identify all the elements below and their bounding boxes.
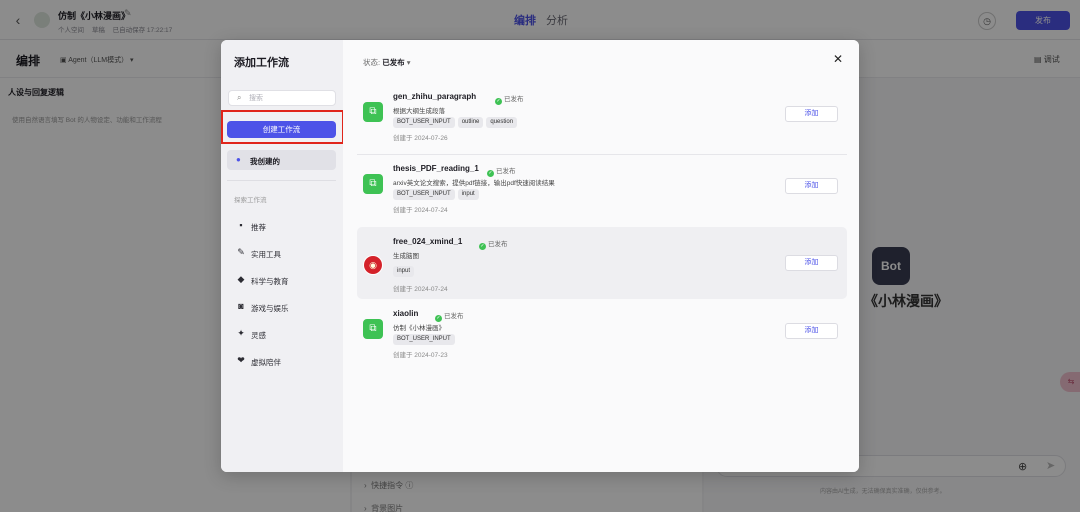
tag: BOT_USER_INPUT [393, 334, 455, 345]
sidebar-item-label: 实用工具 [251, 250, 281, 259]
avatar-icon: ◉ [363, 255, 383, 275]
close-icon[interactable]: ✕ [833, 52, 843, 66]
add-button[interactable]: 添加 [785, 178, 838, 194]
grid-icon: ▪ [239, 220, 243, 230]
sidebar-divider [227, 180, 336, 181]
search-icon: ⌕ [237, 93, 242, 102]
workflow-desc: 仿制《小林漫画》 [393, 325, 445, 332]
workflow-name: thesis_PDF_reading_1 [393, 164, 479, 173]
add-workflow-modal: 添加工作流 ⌕ 创建工作流 ● 我创建的 探索工作流 ▪ 推荐 ✎ 实用工具 ◆… [221, 40, 859, 472]
sidebar-item-inspiration[interactable]: ✦ 灵感 [227, 325, 336, 343]
workflow-date: 创建于 2024-07-23 [393, 352, 448, 359]
search-box[interactable]: ⌕ [228, 90, 336, 106]
explore-label: 探索工作流 [234, 197, 267, 204]
workflow-desc: 生成脑图 [393, 253, 419, 260]
workflow-item[interactable]: ⧉ xiaolin ✓ 已发布 仿制《小林漫画》 BOT_USER_INPUT 创… [357, 305, 847, 369]
sidebar-item-label: 灵感 [251, 331, 266, 340]
workflow-name: xiaolin [393, 309, 419, 318]
workflow-icon: ⧉ [363, 102, 383, 122]
workflow-name: gen_zhihu_paragraph [393, 92, 477, 101]
add-button[interactable]: 添加 [785, 323, 838, 339]
background-row[interactable]: › 背景图片 [364, 503, 403, 512]
workflow-desc: 根据大纲生成段落 [393, 108, 445, 115]
workflow-tags: input [393, 266, 417, 277]
workflow-item[interactable]: ⧉ gen_zhihu_paragraph ✓ 已发布 根据大纲生成段落 BOT_… [357, 88, 847, 152]
status-label: 状态: [363, 58, 381, 67]
sidebar-item-my-created[interactable]: ● 我创建的 [227, 150, 336, 170]
sidebar-item-label: 我创建的 [250, 157, 280, 166]
workflow-icon: ⧉ [363, 319, 383, 339]
tag: outline [457, 117, 484, 128]
shortcut-row[interactable]: › 快捷指令 ⓘ [364, 480, 413, 491]
search-input[interactable] [249, 93, 333, 104]
tag: input [457, 189, 479, 200]
workflow-tags: BOT_USER_INPUT [393, 334, 458, 345]
tag: BOT_USER_INPUT [393, 117, 455, 128]
sidebar-item-recommend[interactable]: ▪ 推荐 [227, 217, 336, 235]
published-badge: ✓ 已发布 [479, 241, 508, 250]
workflow-list-panel: 状态: 已发布 ▾ ✕ ⧉ gen_zhihu_paragraph ✓ 已发布 根… [343, 40, 859, 472]
workflow-item[interactable]: ⧉ thesis_PDF_reading_1 ✓ 已发布 arxiv英文论文搜索，… [357, 160, 847, 224]
published-badge: ✓ 已发布 [435, 313, 464, 322]
status-value: 已发布 [382, 58, 405, 67]
status-filter[interactable]: 状态: 已发布 ▾ [363, 57, 411, 68]
companion-icon: ❤ [237, 355, 245, 365]
lightbulb-icon: ✦ [237, 328, 245, 338]
published-label: 已发布 [496, 168, 516, 175]
user-icon: ● [236, 155, 241, 164]
sidebar-item-games[interactable]: ◙ 游戏与娱乐 [227, 298, 336, 316]
sidebar-item-companion[interactable]: ❤ 虚拟陪伴 [227, 352, 336, 370]
shortcut-label: 快捷指令 [371, 481, 404, 490]
graduation-cap-icon: ◆ [237, 274, 245, 284]
sidebar-item-label: 科学与教育 [251, 277, 289, 286]
modal-sidebar: 添加工作流 ⌕ 创建工作流 ● 我创建的 探索工作流 ▪ 推荐 ✎ 实用工具 ◆… [221, 40, 344, 472]
background-label: 背景图片 [371, 504, 404, 512]
published-label: 已发布 [488, 241, 508, 248]
modal-title: 添加工作流 [234, 57, 289, 69]
published-label: 已发布 [504, 96, 524, 103]
row-divider [357, 154, 847, 155]
add-button[interactable]: 添加 [785, 106, 838, 122]
tag: BOT_USER_INPUT [393, 189, 455, 200]
red-highlight-box [221, 110, 344, 144]
workflow-icon: ⧉ [363, 174, 383, 194]
tag: question [486, 117, 518, 128]
workflow-date: 创建于 2024-07-24 [393, 286, 448, 293]
gamepad-icon: ◙ [238, 301, 244, 311]
workflow-desc: arxiv英文论文搜索，提供pdf链接，输出pdf快速阅读结果 [393, 180, 555, 187]
sidebar-item-science[interactable]: ◆ 科学与教育 [227, 271, 336, 289]
workflow-tags: BOT_USER_INPUT outline question [393, 117, 520, 128]
wrench-icon: ✎ [237, 247, 245, 257]
published-label: 已发布 [444, 313, 464, 320]
sidebar-item-label: 推荐 [251, 223, 266, 232]
add-button[interactable]: 添加 [785, 255, 838, 271]
workflow-name: free_024_xmind_1 [393, 237, 463, 246]
workflow-item[interactable]: ◉ free_024_xmind_1 ✓ 已发布 生成脑图 input 创建于 2… [357, 227, 847, 299]
published-badge: ✓ 已发布 [495, 96, 524, 105]
published-badge: ✓ 已发布 [487, 168, 516, 177]
workflow-date: 创建于 2024-07-26 [393, 135, 448, 142]
sidebar-item-tools[interactable]: ✎ 实用工具 [227, 244, 336, 262]
sidebar-item-label: 虚拟陪伴 [251, 358, 281, 367]
workflow-date: 创建于 2024-07-24 [393, 207, 448, 214]
tag: input [393, 266, 415, 277]
workflow-tags: BOT_USER_INPUT input [393, 189, 482, 200]
sidebar-item-label: 游戏与娱乐 [251, 304, 289, 313]
